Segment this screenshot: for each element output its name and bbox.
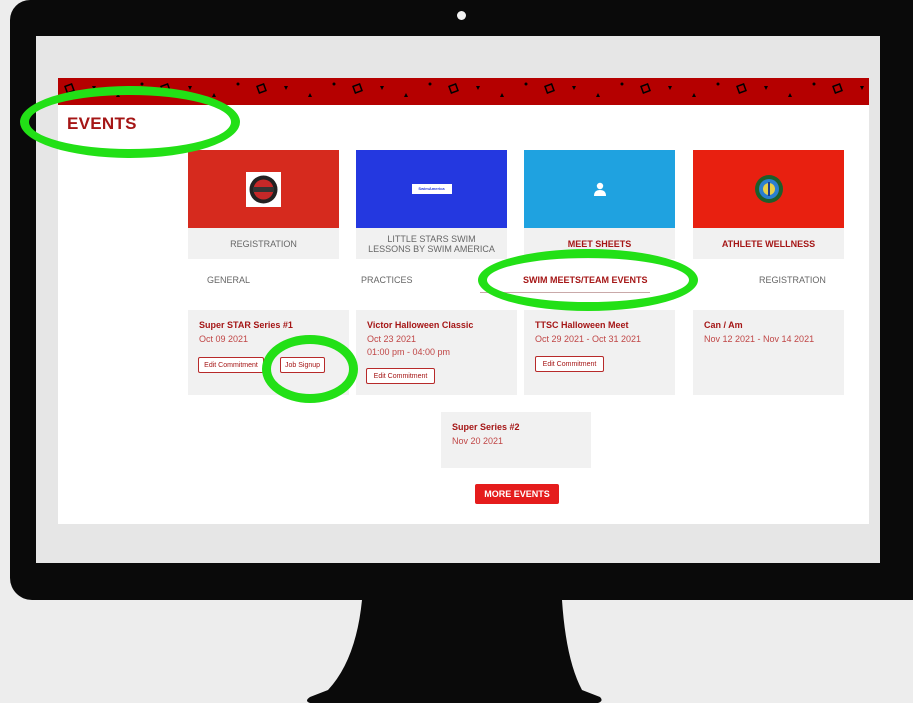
card-label: MEET SHEETS <box>524 228 675 259</box>
webcam-icon <box>457 11 466 20</box>
swim-america-logo-icon: SwimAmerica <box>411 184 452 194</box>
event-date: Oct 09 2021 <box>199 334 249 344</box>
edit-commitment-button[interactable]: Edit Commitment <box>198 357 264 373</box>
tab-swim-meets[interactable]: SWIM MEETS/TEAM EVENTS <box>523 275 648 285</box>
card-registration[interactable]: REGISTRATION <box>188 150 339 259</box>
event-date: Nov 20 2021 <box>452 436 504 446</box>
card-media <box>693 150 844 228</box>
event-card[interactable]: Victor Halloween Classic Oct 23 2021 01:… <box>356 310 517 395</box>
event-date: Oct 29 2021 - Oct 31 2021 <box>535 334 642 344</box>
job-signup-button[interactable]: Job Signup <box>280 357 325 373</box>
tab-registration[interactable]: REGISTRATION <box>759 275 826 285</box>
more-events-button[interactable]: MORE EVENTS <box>475 484 559 504</box>
event-time: 01:00 pm - 04:00 pm <box>367 347 451 357</box>
card-athlete-wellness[interactable]: ATHLETE WELLNESS <box>693 150 844 259</box>
event-card[interactable]: Super Series #2 Nov 20 2021 <box>441 412 591 468</box>
monitor-stand <box>300 600 620 703</box>
tab-general[interactable]: GENERAL <box>207 275 250 285</box>
event-title[interactable]: Can / Am <box>704 320 743 330</box>
card-little-stars[interactable]: SwimAmerica LITTLE STARS SWIM LESSONS BY… <box>356 150 507 259</box>
tab-practices[interactable]: PRACTICES <box>361 275 413 285</box>
card-media <box>188 150 339 228</box>
event-title[interactable]: TTSC Halloween Meet <box>535 320 629 330</box>
star-logo-icon <box>246 171 281 207</box>
card-meet-sheets[interactable]: MEET SHEETS <box>524 150 675 259</box>
event-card[interactable]: TTSC Halloween Meet Oct 29 2021 - Oct 31… <box>524 310 675 395</box>
active-tab-underline <box>480 292 650 293</box>
event-card[interactable]: Super STAR Series #1 Oct 09 2021 Edit Co… <box>188 310 349 395</box>
event-title[interactable]: Super STAR Series #1 <box>199 320 293 330</box>
event-date: Nov 12 2021 - Nov 14 2021 <box>704 334 815 344</box>
person-icon <box>593 182 606 196</box>
edit-commitment-button[interactable]: Edit Commitment <box>535 356 604 372</box>
event-card[interactable]: Can / Am Nov 12 2021 - Nov 14 2021 <box>693 310 844 395</box>
card-label: LITTLE STARS SWIM LESSONS BY SWIM AMERIC… <box>356 228 507 259</box>
card-label: REGISTRATION <box>188 228 339 259</box>
swim-america-logo-text: SwimAmerica <box>418 186 445 191</box>
event-date: Oct 23 2021 <box>367 334 417 344</box>
wellness-seal-icon <box>754 175 783 203</box>
event-title[interactable]: Super Series #2 <box>452 422 520 432</box>
card-label: ATHLETE WELLNESS <box>693 228 844 259</box>
header-pattern-banner <box>58 78 869 105</box>
page-title: EVENTS <box>67 114 137 133</box>
edit-commitment-button[interactable]: Edit Commitment <box>366 368 435 384</box>
card-media: SwimAmerica <box>356 150 507 228</box>
event-title[interactable]: Victor Halloween Classic <box>367 320 473 330</box>
card-media <box>524 150 675 228</box>
